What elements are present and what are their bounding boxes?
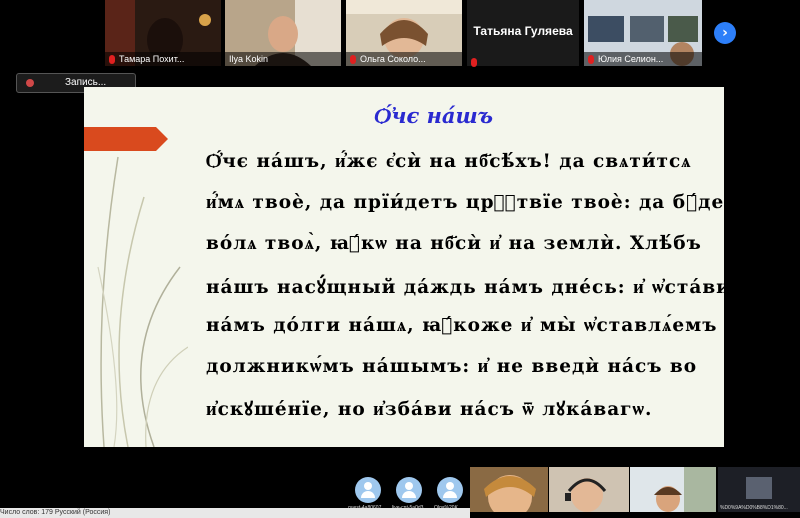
participant-tile-2[interactable]: Ilya Kokin [225,0,341,66]
participant-caption-3: Ольга Соколо... [346,52,462,66]
mic-muted-icon [588,55,594,65]
participant-avatar-3[interactable] [437,477,463,503]
mic-muted-icon [471,58,477,67]
participant-video-8[interactable] [630,467,716,512]
word-status-bar: Число слов: 179 Русский (Россия) [0,508,470,518]
next-participants-button[interactable]: › [714,22,736,44]
participant-caption-4 [467,52,579,67]
status-bar-text: Число слов: 179 Русский (Россия) [0,509,111,516]
participant-video-7[interactable] [549,467,629,512]
participant-caption-5: Юлия Селион... [584,52,702,66]
mic-muted-icon [109,55,115,65]
slide-title: Ѻ҆́чє на́шъ [374,103,493,128]
participant-name-1: Тамара Похит... [119,54,185,64]
prayer-line-2: и҆́мѧ твоѐ, да прїи́детъ црⷭ҇твїе твоѐ: … [206,192,724,213]
prayer-line-3: во́лѧ твоѧ̀, ꙗ҆́кѡ на нб҃сѝ и҆ на землѝ.… [206,233,702,254]
prayer-line-4: на́шъ насꙋ́щный да́ждь на́мъ дне́сь: и҆ … [206,277,724,298]
shared-slide: Ѻ҆́чє на́шъ Ѻ҆́чє на́шъ, и҆́жє є҆сѝ на н… [84,87,724,447]
prayer-line-5: на́мъ до́лги на́шѧ, ꙗ҆́коже и҆ мы̀ ѡ҆ста… [206,315,718,336]
participant-avatar-1[interactable] [355,477,381,503]
record-dot-icon [26,79,34,87]
participant-video-9-label: %D0%9A%D0%B8%D1%80... [720,505,788,511]
participant-tile-4[interactable]: Татьяна Гуляева [467,0,579,67]
mic-muted-icon [350,55,356,65]
prayer-line-6: должникѡ́мъ на́шымъ: и҆ не введѝ на́съ в… [206,356,698,377]
participant-tile-3[interactable]: Ольга Соколо... [346,0,462,66]
participant-caption-1: Тамара Похит... [105,52,221,66]
participant-caption-2: Ilya Kokin [225,52,341,66]
participant-video-6[interactable] [470,467,548,512]
participant-name-5: Юлия Селион... [598,54,664,64]
participant-avatar-2[interactable] [396,477,422,503]
participant-name-2: Ilya Kokin [229,54,269,64]
participant-name-3: Ольга Соколо... [360,54,426,64]
slide-decoration [84,127,188,447]
prayer-line-1: Ѻ҆́чє на́шъ, и҆́жє є҆сѝ на нб҃сѣ́хъ! да … [206,151,692,172]
participant-tile-5[interactable]: Юлия Селион... [584,0,702,66]
chevron-right-icon: › [722,25,728,41]
participant-tile-1[interactable]: Тамара Похит... [105,0,221,66]
user-icon [446,482,454,490]
prayer-line-7: и҆скꙋше́нїе, но и҆зба́ви на́съ ѿ лꙋка́ва… [206,399,653,420]
participant-name-4: Татьяна Гуляева [473,24,573,38]
user-icon [405,482,413,490]
user-icon [364,482,372,490]
